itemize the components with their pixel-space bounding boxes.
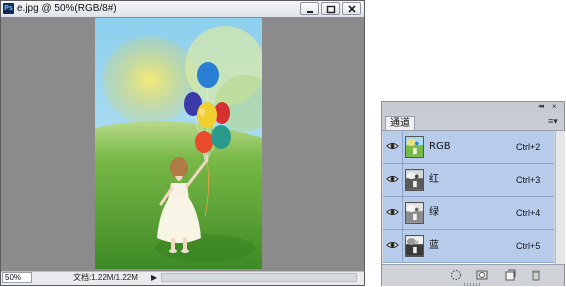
- channel-row-green[interactable]: 绿 Ctrl+4: [383, 197, 554, 230]
- visibility-toggle[interactable]: [383, 197, 403, 229]
- horizontal-scrollbar[interactable]: [161, 273, 357, 282]
- eye-icon: [386, 143, 399, 149]
- status-bar: 50% 文档:1.22M/1.22M ▶: [1, 271, 364, 285]
- eye-icon: [386, 209, 399, 215]
- channel-shortcut: Ctrl+2: [516, 142, 541, 152]
- channel-shortcut: Ctrl+4: [516, 208, 541, 218]
- save-selection-icon[interactable]: [476, 269, 488, 281]
- minimize-icon: [307, 11, 313, 13]
- visibility-toggle[interactable]: [383, 230, 403, 262]
- tab-channels[interactable]: 通道: [385, 116, 415, 130]
- channel-shortcut: Ctrl+5: [516, 241, 541, 251]
- channel-row-blue[interactable]: 蓝 Ctrl+5: [383, 230, 554, 263]
- close-button[interactable]: [342, 2, 361, 15]
- visibility-toggle[interactable]: [383, 131, 403, 163]
- channel-name: 红: [429, 174, 439, 185]
- delete-channel-icon[interactable]: [530, 269, 542, 281]
- zoom-field[interactable]: 50%: [2, 272, 32, 283]
- channel-thumbnail-green: [405, 202, 424, 224]
- channel-row-rgb[interactable]: RGB Ctrl+2: [383, 131, 554, 164]
- channel-name: RGB: [429, 141, 451, 152]
- channel-thumbnail-rgb: [405, 136, 424, 158]
- maximize-icon: [326, 5, 336, 14]
- resize-grip[interactable]: [464, 283, 482, 286]
- canvas-area[interactable]: [1, 17, 364, 273]
- visibility-toggle[interactable]: [383, 164, 403, 196]
- vertical-scrollbar[interactable]: [555, 131, 565, 264]
- channel-thumbnail-blue: [405, 235, 424, 257]
- collapse-panel-icon[interactable]: ◂◂: [538, 102, 544, 112]
- load-selection-icon[interactable]: [450, 269, 462, 281]
- close-panel-icon[interactable]: ×: [552, 102, 557, 112]
- document-title: e.jpg @ 50%(RGB/8#): [17, 3, 117, 14]
- eye-icon: [386, 176, 399, 182]
- panel-tab-row: 通道 ≡▾: [382, 113, 564, 131]
- panel-menu-icon[interactable]: ≡▾: [548, 115, 558, 127]
- document-window: Ps e.jpg @ 50%(RGB/8#) 50% 文档:1.22M/1.22…: [0, 0, 365, 286]
- document-size-status: 文档:1.22M/1.22M: [73, 273, 138, 282]
- status-menu-arrow-icon[interactable]: ▶: [151, 272, 157, 284]
- panel-header-bar[interactable]: ◂◂ ×: [382, 102, 564, 113]
- panel-bottom-bar: [382, 264, 564, 286]
- channel-name: 绿: [429, 207, 439, 218]
- eye-icon: [386, 242, 399, 248]
- channel-thumbnail-red: [405, 169, 424, 191]
- channel-name: 蓝: [429, 240, 439, 251]
- new-channel-icon[interactable]: [504, 269, 516, 281]
- channel-list: RGB Ctrl+2 红 Ctrl+3 绿 Ctrl+4 蓝 Ctrl+5: [383, 131, 554, 264]
- maximize-button[interactable]: [321, 2, 340, 15]
- close-icon: [348, 5, 356, 13]
- minimize-button[interactable]: [300, 2, 319, 15]
- photoshop-app-icon: Ps: [3, 3, 14, 14]
- channels-panel: ◂◂ × 通道 ≡▾ RGB Ctrl+2 红 Ctrl+3 绿 Ctrl+4 …: [381, 101, 565, 286]
- document-photo[interactable]: [95, 18, 262, 269]
- channel-row-red[interactable]: 红 Ctrl+3: [383, 164, 554, 197]
- document-titlebar[interactable]: Ps e.jpg @ 50%(RGB/8#): [1, 1, 364, 18]
- channel-shortcut: Ctrl+3: [516, 175, 541, 185]
